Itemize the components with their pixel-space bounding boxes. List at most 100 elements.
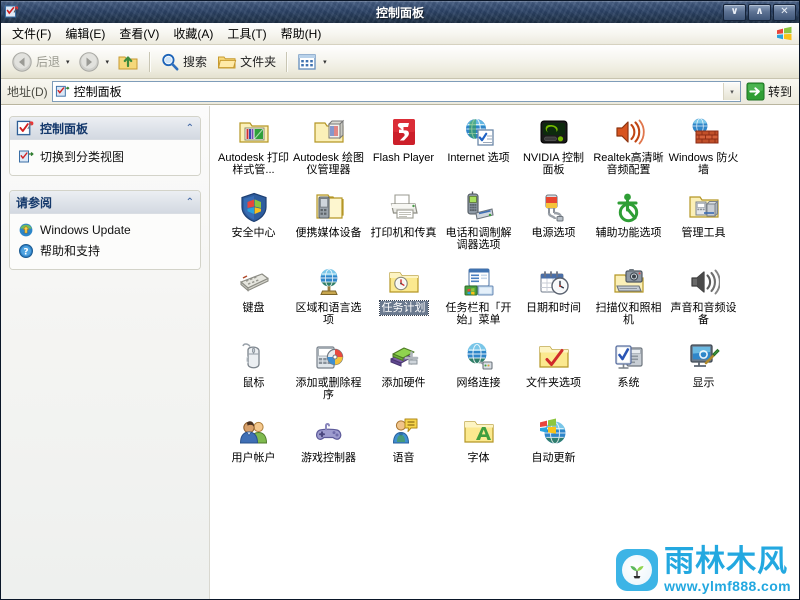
item-label: 文件夹选项 [526, 377, 581, 389]
item-portable-media-devices[interactable]: 便携媒体设备 [291, 187, 366, 262]
address-input[interactable]: 控制面板 ▾ [51, 81, 741, 102]
watermark: 雨林木风 www.ylmf888.com [616, 547, 791, 593]
panel-control-panel-header[interactable]: 控制面板 ⌃ [10, 117, 200, 140]
menu-edit[interactable]: 编辑(E) [58, 23, 112, 44]
scheduled-tasks-icon [388, 266, 420, 298]
switch-view-icon [19, 150, 34, 162]
security-center-icon [238, 191, 270, 223]
item-flash-player[interactable]: Flash Player [366, 112, 441, 187]
views-dropdown-icon[interactable]: ▾ [323, 58, 327, 66]
regional-language-icon [313, 266, 345, 298]
chevron-up-icon[interactable]: ⌃ [186, 197, 194, 208]
network-connections-icon [463, 341, 495, 373]
keyboard-icon [238, 266, 270, 298]
views-button[interactable] [292, 47, 322, 76]
panel-see-also-header[interactable]: 请参阅 ⌃ [10, 191, 200, 214]
minimize-button[interactable]: ∨ [723, 3, 746, 21]
title-bar[interactable]: 控制面板 ∨ ∧ ✕ [1, 1, 799, 23]
item-label: Internet 选项 [447, 152, 510, 164]
item-realtek-hd-audio[interactable]: Realtek高清晰音频配置 [591, 112, 666, 187]
item-date-and-time[interactable]: 日期和时间 [516, 262, 591, 337]
item-printers-and-faxes[interactable]: 打印机和传真 [366, 187, 441, 262]
menu-bar: 文件(F) 编辑(E) 查看(V) 收藏(A) 工具(T) 帮助(H) [1, 23, 799, 45]
titlebar-texture [1, 1, 799, 23]
address-bar: 地址(D) 控制面板 ▾ 转到 [1, 79, 799, 105]
panel-control-panel-body: 切换到分类视图 [10, 140, 200, 175]
item-add-or-remove-programs[interactable]: 添加或删除程序 [291, 337, 366, 412]
chevron-up-icon[interactable]: ⌃ [186, 123, 194, 134]
item-regional-and-language-options[interactable]: 区域和语言选项 [291, 262, 366, 337]
menu-file[interactable]: 文件(F) [5, 23, 58, 44]
item-network-connections[interactable]: 网络连接 [441, 337, 516, 412]
back-button[interactable]: 后退 [6, 47, 65, 76]
item-windows-firewall[interactable]: Windows 防火墙 [666, 112, 741, 187]
back-arrow-icon [12, 51, 32, 72]
fonts-icon [463, 416, 495, 448]
item-internet-options[interactable]: Internet 选项 [441, 112, 516, 187]
item-administrative-tools[interactable]: 管理工具 [666, 187, 741, 262]
item-autodesk-plotter-manager[interactable]: Autodesk 绘图仪管理器 [291, 112, 366, 187]
item-add-hardware[interactable]: 添加硬件 [366, 337, 441, 412]
menu-tools[interactable]: 工具(T) [220, 23, 273, 44]
panel-see-also: 请参阅 ⌃ Windows Update ? 帮助和支持 [9, 190, 201, 270]
item-sounds-and-audio-devices[interactable]: 声音和音频设备 [666, 262, 741, 337]
maximize-button[interactable]: ∧ [748, 3, 771, 21]
item-scanners-and-cameras[interactable]: 扫描仪和照相机 [591, 262, 666, 337]
link-switch-category-view[interactable]: 切换到分类视图 [16, 146, 194, 167]
folders-button[interactable]: 文件夹 [212, 47, 281, 76]
item-label: 打印机和传真 [370, 227, 437, 239]
item-label: 区域和语言选项 [295, 302, 362, 326]
item-phone-and-modem-options[interactable]: 电话和调制解调器选项 [441, 187, 516, 262]
window-controls: ∨ ∧ ✕ [723, 3, 796, 21]
item-power-options[interactable]: 电源选项 [516, 187, 591, 262]
item-fonts[interactable]: 字体 [441, 412, 516, 487]
close-button[interactable]: ✕ [773, 3, 796, 21]
item-keyboard[interactable]: 键盘 [216, 262, 291, 337]
item-user-accounts[interactable]: 用户帐户 [216, 412, 291, 487]
item-nvidia-control-panel[interactable]: NVIDIA 控制面板 [516, 112, 591, 187]
go-button[interactable]: 转到 [745, 82, 796, 101]
item-autodesk-plot-style-manager[interactable]: Autodesk 打印样式管... [216, 112, 291, 187]
menu-favorites[interactable]: 收藏(A) [166, 23, 220, 44]
link-help-and-support[interactable]: ? 帮助和支持 [16, 240, 194, 261]
item-system[interactable]: 系统 [591, 337, 666, 412]
item-display[interactable]: 显示 [666, 337, 741, 412]
search-button[interactable]: 搜索 [155, 47, 212, 76]
item-mouse[interactable]: 鼠标 [216, 337, 291, 412]
item-label: 鼠标 [242, 377, 265, 389]
menu-view[interactable]: 查看(V) [112, 23, 166, 44]
folders-label: 文件夹 [240, 55, 277, 69]
item-taskbar-and-start-menu[interactable]: 任务栏和「开始」菜单 [441, 262, 516, 337]
display-icon [688, 341, 720, 373]
item-scheduled-tasks[interactable]: 任务计划 [366, 262, 441, 337]
up-folder-icon [118, 55, 138, 69]
window-body: 控制面板 ⌃ 切换到分类视图 请参阅 ⌃ Windows Update ? 帮助… [1, 105, 799, 599]
windows-firewall-icon [688, 116, 720, 148]
item-automatic-updates[interactable]: 自动更新 [516, 412, 591, 487]
item-accessibility-options[interactable]: 辅助功能选项 [591, 187, 666, 262]
go-label: 转到 [767, 85, 792, 99]
menu-help[interactable]: 帮助(H) [274, 23, 329, 44]
item-folder-options[interactable]: 文件夹选项 [516, 337, 591, 412]
autodesk-plot-style-icon [238, 116, 270, 148]
item-label: 用户帐户 [231, 452, 276, 464]
forward-button[interactable] [73, 47, 105, 76]
toolbar: 后退 ▾ ▾ 搜索 文件夹 ▾ [1, 45, 799, 79]
up-button[interactable] [112, 47, 144, 76]
item-game-controllers[interactable]: 游戏控制器 [291, 412, 366, 487]
item-label: 键盘 [242, 302, 265, 314]
address-label: 地址(D) [7, 85, 48, 99]
search-label: 搜索 [183, 55, 208, 69]
item-speech[interactable]: 语音 [366, 412, 441, 487]
address-dropdown-icon[interactable]: ▾ [722, 83, 740, 100]
scanners-and-cameras-icon [613, 266, 645, 298]
forward-dropdown-icon[interactable]: ▾ [106, 58, 110, 66]
back-dropdown-icon[interactable]: ▾ [66, 58, 70, 66]
item-security-center[interactable]: 安全中心 [216, 187, 291, 262]
game-controllers-icon [313, 416, 345, 448]
internet-options-icon [463, 116, 495, 148]
printers-and-faxes-icon [388, 191, 420, 223]
link-windows-update[interactable]: Windows Update [16, 220, 194, 240]
portable-media-devices-icon [313, 191, 345, 223]
link-switch-category-view-label: 切换到分类视图 [40, 150, 125, 164]
